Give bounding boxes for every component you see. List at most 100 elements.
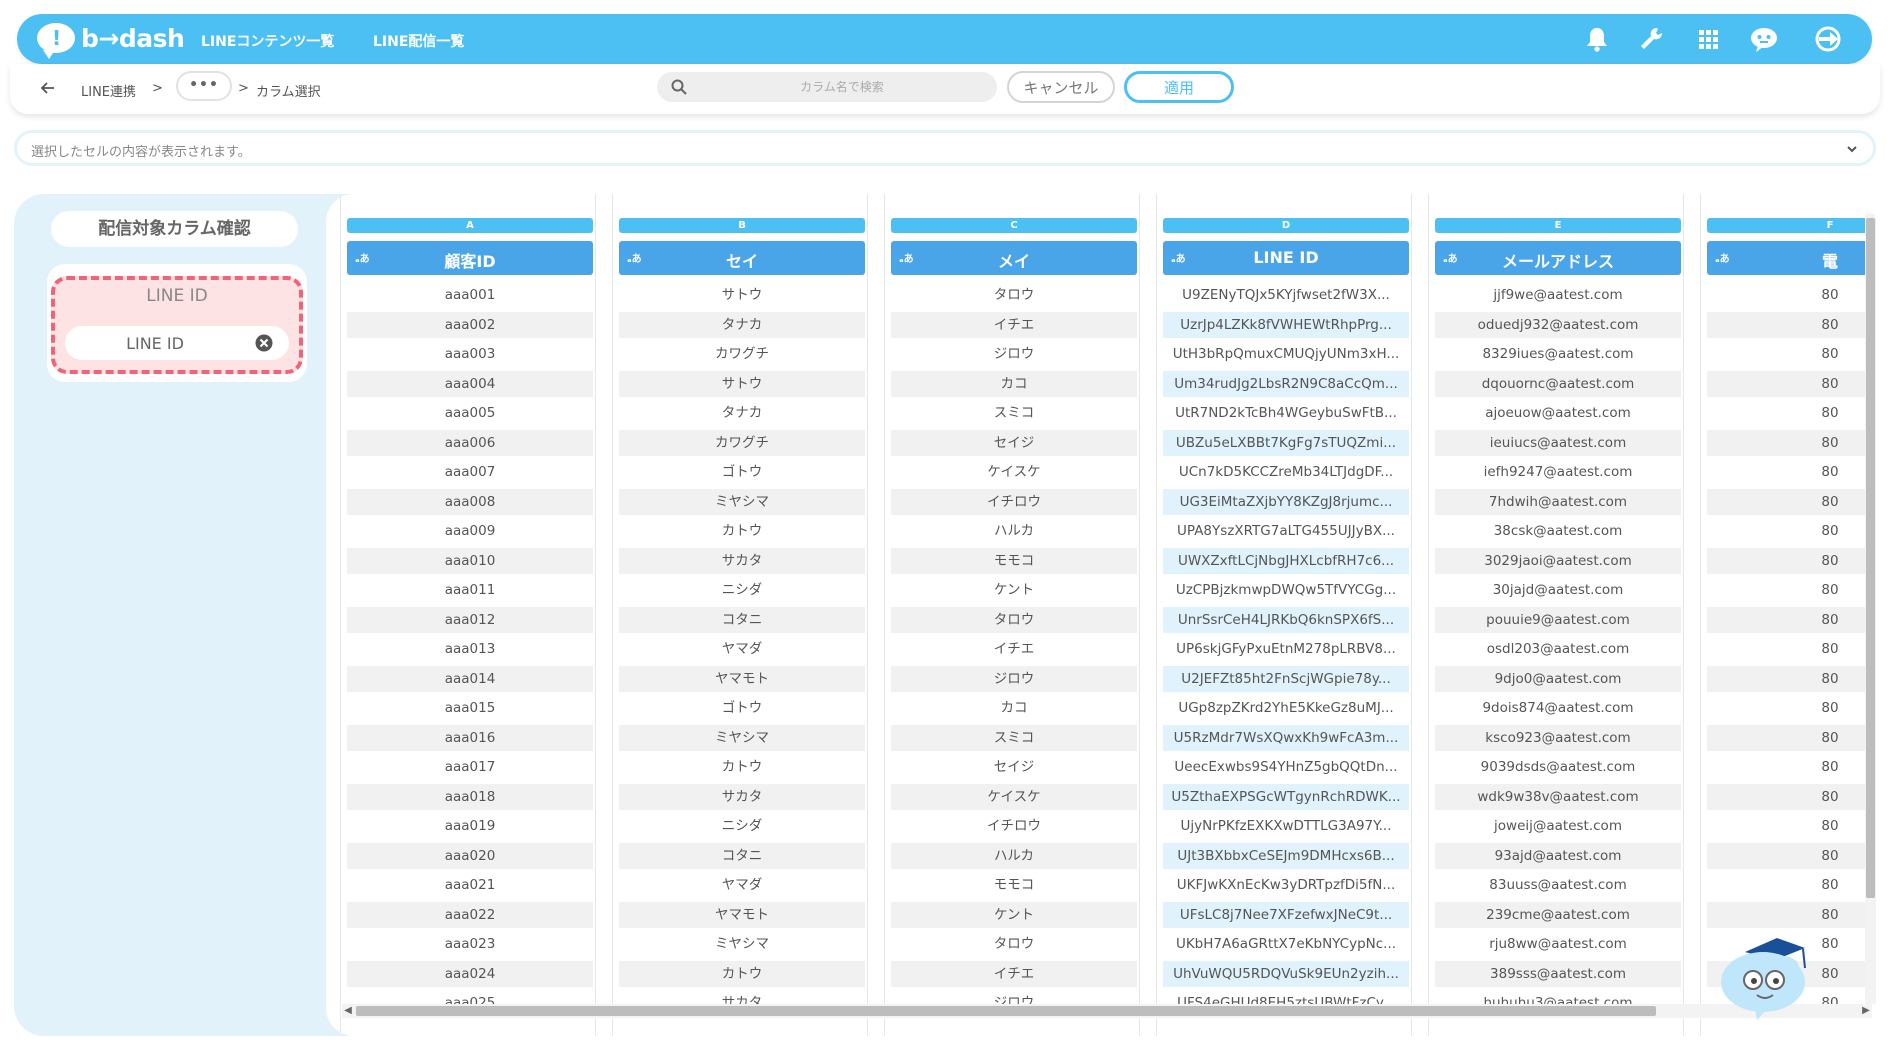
table-cell[interactable]: ミヤシマ [619,488,865,515]
column-letter[interactable]: D [1163,218,1409,233]
table-cell[interactable]: aaa009 [347,518,593,544]
table-cell[interactable]: U2JEFZt85ht2FnScjWGpie78y... [1163,665,1409,692]
table-cell[interactable]: aaa010 [347,547,593,574]
cell-content-bar[interactable]: 選択したセルの内容が表示されます。 [14,130,1876,166]
table-cell[interactable]: 80 [1707,370,1876,397]
table-cell[interactable]: oduedj932@aatest.com [1435,311,1681,338]
table-cell[interactable]: UtH3bRpQmuxCMUQjyUNm3xH... [1163,341,1409,367]
table-cell[interactable]: UKbH7A6aGRttX7eKbNYCypNc... [1163,931,1409,957]
table-cell[interactable]: ヤマダ [619,636,865,662]
vertical-scroll-thumb[interactable] [1866,218,1875,898]
table-cell[interactable]: ゴトウ [619,695,865,721]
table-cell[interactable]: aaa008 [347,488,593,515]
table-cell[interactable]: 80 [1707,577,1876,603]
table-cell[interactable]: aaa016 [347,724,593,751]
mascot-icon[interactable] [1715,922,1815,1022]
selected-column-chip[interactable]: LINE ID [65,326,289,360]
table-cell[interactable]: ジロウ [891,341,1137,367]
table-cell[interactable]: モモコ [891,547,1137,574]
chevron-down-icon[interactable] [1845,142,1859,156]
grid-icon[interactable] [1693,25,1723,53]
logout-icon[interactable] [1813,25,1843,53]
column-header[interactable]: ₐあ メイ [891,241,1137,275]
table-cell[interactable]: UFsLC8j7Nee7XFzefwxJNeC9t... [1163,901,1409,928]
table-cell[interactable]: 80 [1707,636,1876,662]
table-cell[interactable]: 80 [1707,518,1876,544]
table-cell[interactable]: UjyNrPKfzEXKXwDTTLG3A97Y... [1163,813,1409,839]
table-cell[interactable]: イチエ [891,960,1137,987]
scroll-right-arrow-icon[interactable]: ▶ [1860,1005,1872,1017]
table-cell[interactable]: aaa003 [347,341,593,367]
table-cell[interactable]: ミヤシマ [619,931,865,957]
apply-button[interactable]: 適用 [1124,71,1234,103]
table-cell[interactable]: aaa004 [347,370,593,397]
table-cell[interactable]: 80 [1707,872,1876,898]
table-cell[interactable]: 80 [1707,429,1876,456]
table-cell[interactable]: サトウ [619,370,865,397]
table-cell[interactable]: joweij@aatest.com [1435,813,1681,839]
bdash-logo[interactable]: ! b→dash [37,23,185,59]
table-cell[interactable]: UCn7kD5KCCZreMb34LTJdgDF... [1163,459,1409,485]
table-column[interactable]: Cₐあ メイ タロウ イチエ ジロウ カコ スミコ セイジ ケイスケ イチロウ ハルカ モモコ ケントタ… [884,194,1140,1036]
table-cell[interactable]: aaa020 [347,842,593,869]
table-cell[interactable]: ケイスケ [891,459,1137,485]
table-cell[interactable]: タロウ [891,606,1137,633]
table-cell[interactable]: 80 [1707,400,1876,426]
table-cell[interactable]: 80 [1707,488,1876,515]
table-cell[interactable]: 8329iues@aatest.com [1435,341,1681,367]
close-icon[interactable] [255,334,273,352]
table-cell[interactable]: 30jajd@aatest.com [1435,577,1681,603]
table-cell[interactable]: 80 [1707,724,1876,751]
table-cell[interactable]: カトウ [619,754,865,780]
table-column[interactable]: Fₐあ電 80 80 80 80 80 80 80 80 80 80 80 80 80 80 80 80 80 80… [1700,194,1876,1036]
selected-columns-dropzone[interactable]: LINE ID LINE ID [51,276,303,374]
table-cell[interactable]: UnrSsrCeH4LJRKbQ6knSPX6fS... [1163,606,1409,633]
table-cell[interactable]: aaa017 [347,754,593,780]
table-cell[interactable]: pouuie9@aatest.com [1435,606,1681,633]
table-cell[interactable]: 239cme@aatest.com [1435,901,1681,928]
table-cell[interactable]: aaa018 [347,783,593,810]
table-cell[interactable]: UGp8zpZKrd2YhE5KkeGz8uMJ... [1163,695,1409,721]
table-cell[interactable]: 80 [1707,665,1876,692]
cancel-button[interactable]: キャンセル [1007,71,1115,103]
table-cell[interactable]: カワグチ [619,429,865,456]
table-cell[interactable]: aaa001 [347,282,593,308]
table-cell[interactable]: ケント [891,901,1137,928]
scroll-left-arrow-icon[interactable]: ◀ [342,1005,354,1017]
table-cell[interactable]: 80 [1707,842,1876,869]
table-cell[interactable]: ニシダ [619,577,865,603]
table-cell[interactable]: UG3EiMtaZXjbYY8KZgJ8rjumc... [1163,488,1409,515]
table-cell[interactable]: aaa023 [347,931,593,957]
table-cell[interactable]: UJt3BXbbxCeSEJm9DMHcxs6B... [1163,842,1409,869]
table-cell[interactable]: 9dois874@aatest.com [1435,695,1681,721]
table-column[interactable]: Bₐあ セイ サトウ タナカ カワグチ サトウ タナカ カワグチ ゴトウ ミヤシマ カトウ サカタ ニシ… [612,194,868,1036]
table-cell[interactable]: 80 [1707,783,1876,810]
table-cell[interactable]: タナカ [619,400,865,426]
table-cell[interactable]: サトウ [619,282,865,308]
table-cell[interactable]: カワグチ [619,341,865,367]
table-cell[interactable]: 80 [1707,341,1876,367]
table-cell[interactable]: イチエ [891,311,1137,338]
column-header[interactable]: ₐあ メールアドレス [1435,241,1681,275]
table-cell[interactable]: 83uuss@aatest.com [1435,872,1681,898]
table-cell[interactable]: aaa005 [347,400,593,426]
table-cell[interactable]: aaa006 [347,429,593,456]
table-column[interactable]: Eₐあ メールアドレス jjf9we@aatest.com oduedj932@aat… [1428,194,1684,1036]
table-cell[interactable]: UPA8YszXRTG7aLTG455UJJyBX... [1163,518,1409,544]
table-cell[interactable]: ケント [891,577,1137,603]
table-cell[interactable]: イチロウ [891,813,1137,839]
table-cell[interactable]: aaa024 [347,960,593,987]
table-cell[interactable]: UKFJwKXnEcKw3yDRTpzfDi5fN... [1163,872,1409,898]
table-cell[interactable]: コタニ [619,606,865,633]
table-cell[interactable]: ヤマモト [619,665,865,692]
table-cell[interactable]: モモコ [891,872,1137,898]
table-cell[interactable]: 80 [1707,547,1876,574]
table-cell[interactable]: カトウ [619,518,865,544]
table-cell[interactable]: ミヤシマ [619,724,865,751]
table-cell[interactable]: aaa007 [347,459,593,485]
table-cell[interactable]: ksco923@aatest.com [1435,724,1681,751]
table-cell[interactable]: ajoeuow@aatest.com [1435,400,1681,426]
table-cell[interactable]: ヤマダ [619,872,865,898]
column-letter[interactable]: B [619,218,865,233]
table-cell[interactable]: スミコ [891,724,1137,751]
